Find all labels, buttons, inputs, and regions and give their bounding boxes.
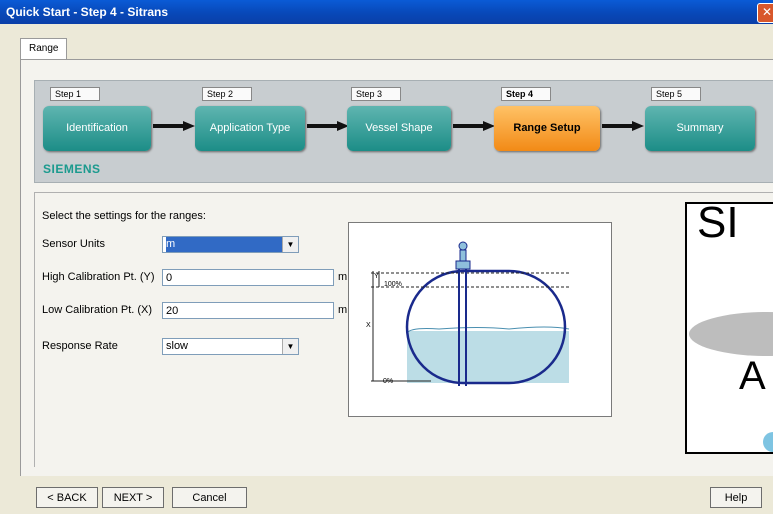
sensor-units-value: m (166, 237, 282, 252)
step-application-type[interactable]: Application Type (195, 106, 305, 151)
sensor-units-select[interactable]: m ▼ (162, 236, 299, 253)
sensor-units-label: Sensor Units (42, 238, 105, 250)
high-cal-unit: m (338, 271, 348, 283)
form-intro: Select the settings for the ranges: (42, 210, 206, 222)
label-x: X (366, 322, 371, 329)
overlay-graphic: A (689, 312, 773, 452)
close-icon[interactable]: ✕ (757, 3, 773, 23)
chevron-down-icon[interactable]: ▼ (282, 237, 298, 252)
label-100: 100% (384, 281, 402, 288)
tank-illustration: 100% 0% X Y (366, 241, 570, 386)
next-button[interactable]: NEXT > (102, 487, 164, 508)
back-button[interactable]: < BACK (36, 487, 98, 508)
arrow-icon (602, 121, 644, 131)
low-cal-input[interactable]: 20 (162, 302, 334, 319)
help-button[interactable]: Help (710, 487, 762, 508)
response-rate-select[interactable]: slow ▼ (162, 338, 299, 355)
step-summary[interactable]: Summary (645, 106, 755, 151)
title-bar: Quick Start - Step 4 - Sitrans ✕ (0, 0, 773, 24)
tab-range-setup[interactable]: Range Setup (20, 38, 68, 74)
low-cal-unit: m (338, 304, 348, 316)
label-y: Y (374, 273, 379, 280)
arrow-icon (307, 121, 349, 131)
label-0: 0% (383, 378, 393, 385)
high-cal-label: High Calibration Pt. (Y) (42, 271, 155, 283)
step-5-tag: Step 5 (651, 87, 701, 101)
step-identification[interactable]: Identification (43, 106, 151, 151)
step-3-tag: Step 3 (351, 87, 401, 101)
cancel-button[interactable]: Cancel (172, 487, 247, 508)
window-title: Quick Start - Step 4 - Sitrans (6, 5, 169, 19)
chevron-down-icon[interactable]: ▼ (282, 339, 298, 354)
response-rate-label: Response Rate (42, 340, 118, 352)
step-2-tag: Step 2 (202, 87, 252, 101)
step-vessel-shape[interactable]: Vessel Shape (347, 106, 451, 151)
vessel-diagram: 100% 0% X Y (348, 222, 612, 417)
step-range-setup[interactable]: Range Setup (494, 106, 600, 151)
high-cal-input[interactable]: 0 (162, 269, 334, 286)
step-1-tag: Step 1 (50, 87, 100, 101)
low-cal-label: Low Calibration Pt. (X) (42, 304, 153, 316)
siemens-logo: SIEMENS (43, 162, 101, 176)
overlay-image: SI A (685, 202, 773, 454)
response-rate-value: slow (166, 340, 189, 352)
step-wizard: Step 1 Identification Step 2 Application… (34, 80, 773, 183)
arrow-icon (153, 121, 195, 131)
overlay-letter: A (739, 354, 766, 398)
step-4-tag: Step 4 (501, 87, 551, 101)
button-bar: < BACK NEXT > Cancel Help (20, 476, 773, 514)
arrow-icon (453, 121, 495, 131)
